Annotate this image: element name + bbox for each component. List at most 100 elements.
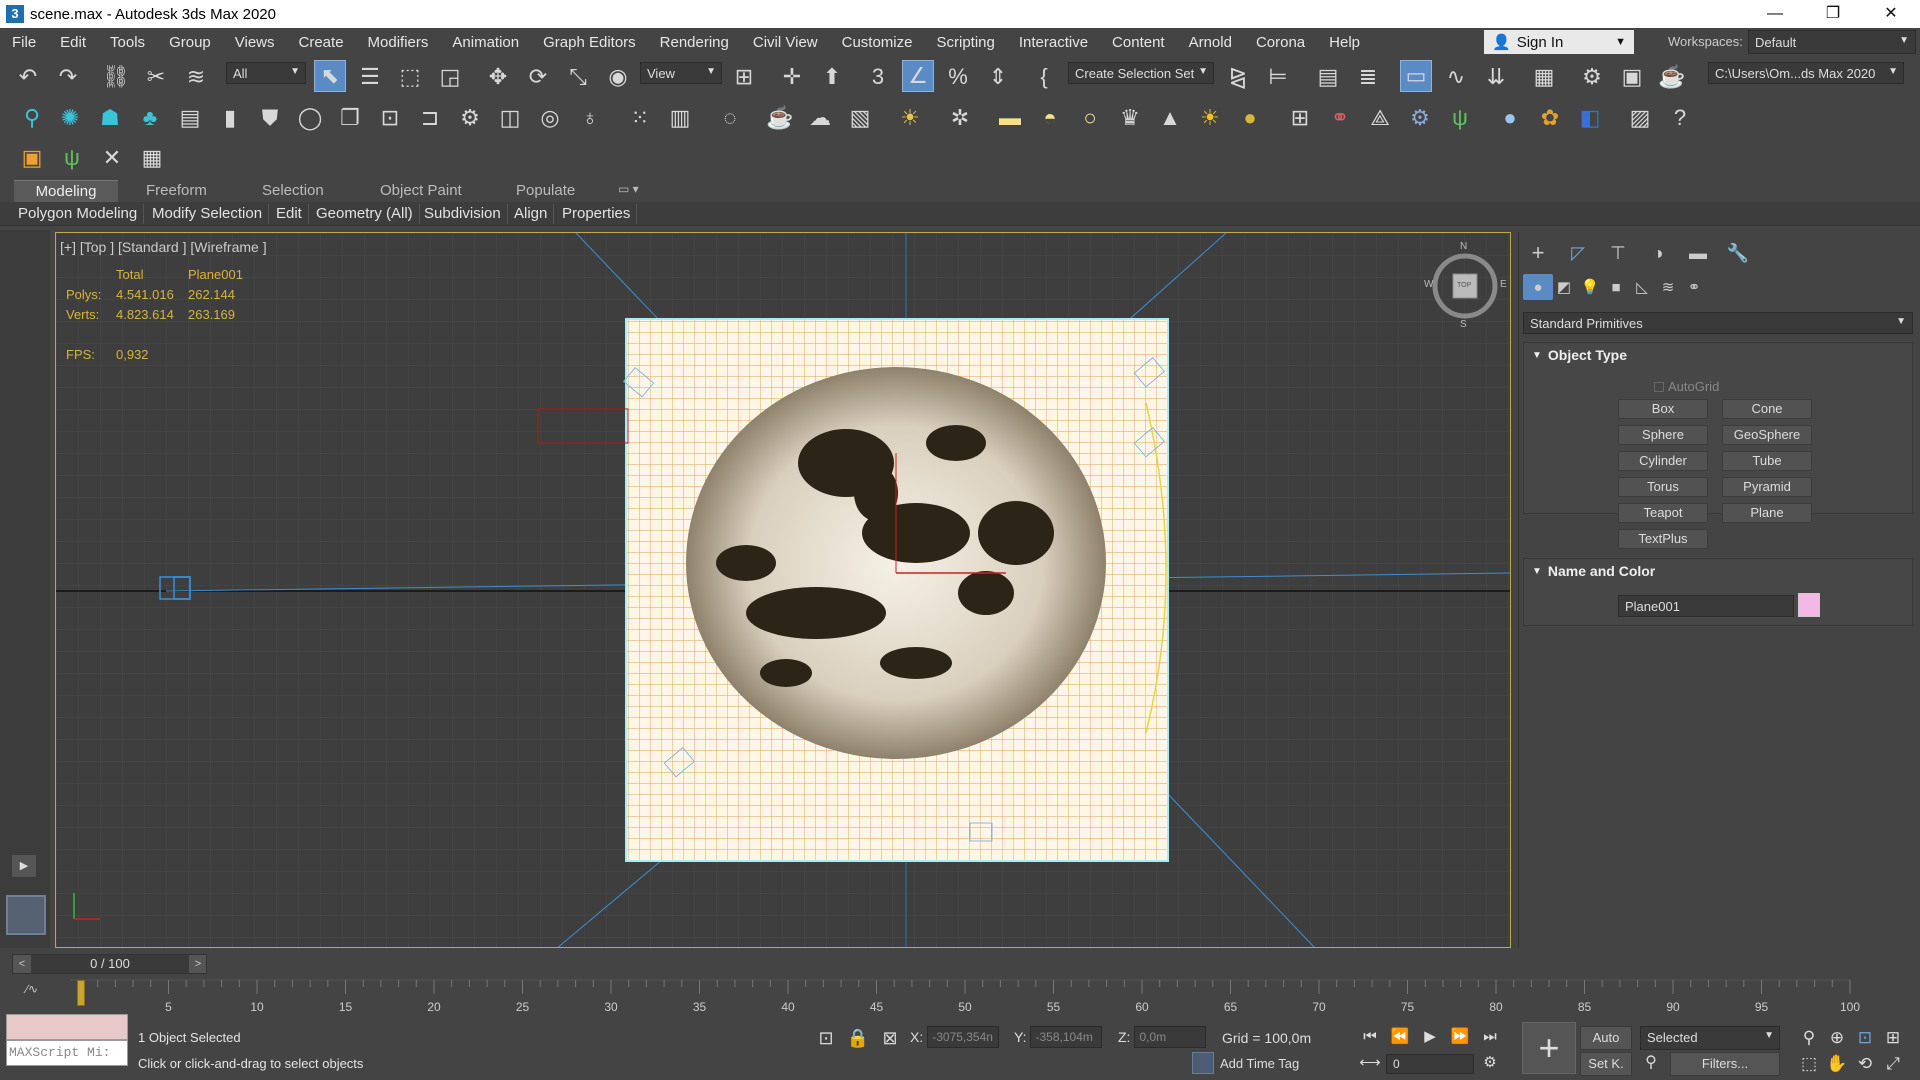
link-icon[interactable]: ⛓ <box>100 61 132 93</box>
move-icon[interactable]: ✥ <box>482 61 514 93</box>
viewcube-face[interactable]: TOP <box>1457 282 1471 289</box>
current-frame-field[interactable]: 0 <box>1386 1054 1474 1074</box>
ribbon-options-icon[interactable]: ▭ ▾ <box>610 180 647 202</box>
molecule-icon[interactable]: ⚭ <box>1324 102 1356 134</box>
scale-icon[interactable]: ⤡ <box>562 61 594 93</box>
panel-modify-selection[interactable]: Modify Selection <box>146 204 270 224</box>
menu-content[interactable]: Content <box>1100 34 1177 51</box>
menu-arnold[interactable]: Arnold <box>1177 34 1244 51</box>
plane-button[interactable]: Plane <box>1722 503 1812 523</box>
select-by-name-icon[interactable]: ☰ <box>354 61 386 93</box>
edit-named-selection-icon[interactable]: { <box>1028 61 1060 93</box>
menu-customize[interactable]: Customize <box>830 34 925 51</box>
zoom-extents-icon[interactable]: ⊡ <box>1852 1026 1878 1050</box>
tools-icon[interactable]: ✕ <box>96 142 128 174</box>
hatch-icon[interactable]: ⊞ <box>1284 102 1316 134</box>
torus-button[interactable]: Torus <box>1618 477 1708 497</box>
sphere-gold-icon[interactable]: ● <box>1234 102 1266 134</box>
key-filters-button[interactable]: Filters... <box>1670 1052 1780 1076</box>
sun-icon[interactable]: ☀ <box>1194 102 1226 134</box>
select-object-icon[interactable]: ⬉ <box>314 60 346 92</box>
scene-explorer-icon[interactable]: ▤ <box>1312 61 1344 93</box>
snaps-toggle-icon[interactable]: 3 <box>862 61 894 93</box>
box-button[interactable]: Box <box>1618 399 1708 419</box>
selection-filter-dropdown[interactable]: All ▼ <box>226 62 306 84</box>
curve-editor-mini-icon[interactable]: ∕∿ <box>26 982 38 996</box>
tree-icon[interactable]: ♣ <box>134 102 166 134</box>
dome-light-icon[interactable]: ◓ <box>1034 102 1066 134</box>
auto-key-button[interactable]: Auto <box>1580 1026 1632 1050</box>
maxscript-output[interactable] <box>6 1014 128 1040</box>
cylinder-button[interactable]: Cylinder <box>1618 451 1708 471</box>
tube-button[interactable]: Tube <box>1722 451 1812 471</box>
place-icon[interactable]: ◉ <box>602 61 634 93</box>
z-field[interactable]: 0,0m <box>1134 1026 1207 1048</box>
help-icon[interactable]: ? <box>1664 102 1696 134</box>
menu-scripting[interactable]: Scripting <box>924 34 1006 51</box>
close-button[interactable]: ✕ <box>1862 0 1920 28</box>
go-to-start-icon[interactable]: ⏮ <box>1358 1026 1382 1048</box>
grid-dots-icon[interactable]: ⁙ <box>624 102 656 134</box>
next-frame-icon[interactable]: > <box>189 955 207 973</box>
bracket-icon[interactable]: ⊐ <box>414 102 446 134</box>
time-config-icon[interactable]: ⚙ <box>1478 1052 1502 1074</box>
sphere-light-icon[interactable]: ○ <box>1074 102 1106 134</box>
lock-icon[interactable]: 🔒 <box>842 1022 874 1054</box>
curve-editor-icon[interactable]: ∿ <box>1440 61 1472 93</box>
panel-properties[interactable]: Properties <box>556 204 638 224</box>
unlink-icon[interactable]: ✂ <box>140 61 172 93</box>
set-key-button[interactable]: Set K. <box>1580 1052 1632 1076</box>
primitive-type-dropdown[interactable]: Standard Primitives ▼ <box>1523 312 1913 334</box>
key-filter-dropdown[interactable]: Selected ▼ <box>1640 1026 1780 1050</box>
bookmark-icon[interactable]: ⛊ <box>254 102 286 134</box>
panel-geometry-all[interactable]: Geometry (All) <box>310 204 420 224</box>
redo-icon[interactable]: ↷ <box>52 61 84 93</box>
field-of-view-icon[interactable]: ⬚ <box>1796 1052 1822 1076</box>
viewcube-east[interactable]: E <box>1500 279 1507 290</box>
motion-tab-icon[interactable]: ◑ <box>1643 240 1673 266</box>
menu-modifiers[interactable]: Modifiers <box>356 34 441 51</box>
named-selection-dropdown[interactable]: Create Selection Set ▼ <box>1068 62 1214 84</box>
viewcube-south[interactable]: S <box>1460 319 1467 330</box>
menu-rendering[interactable]: Rendering <box>648 34 741 51</box>
object-name-field[interactable]: Plane001 <box>1618 595 1794 617</box>
panel-subdivision[interactable]: Subdivision <box>418 204 508 224</box>
panel-edit[interactable]: Edit <box>270 204 309 224</box>
multi-material-icon[interactable]: ✿ <box>1534 102 1566 134</box>
converter-icon[interactable]: ▨ <box>1624 102 1656 134</box>
play-icon[interactable]: ▶ <box>1418 1026 1442 1048</box>
sphere-button[interactable]: Sphere <box>1618 425 1708 445</box>
display-tab-icon[interactable]: ▬ <box>1683 240 1713 266</box>
y-field[interactable]: -358,104m <box>1030 1026 1103 1048</box>
previous-key-icon[interactable]: ⏪ <box>1388 1026 1412 1048</box>
menu-civil-view[interactable]: Civil View <box>741 34 830 51</box>
layer-explorer-icon[interactable]: ≣ <box>1352 61 1384 93</box>
systems-category-icon[interactable]: ⚭ <box>1679 274 1709 300</box>
modify-tab-icon[interactable]: ◸ <box>1563 240 1593 266</box>
pan-icon[interactable]: ✋ <box>1824 1052 1850 1076</box>
render-icon[interactable]: ☕ <box>1656 61 1688 93</box>
table-icon[interactable]: ▦ <box>136 142 168 174</box>
time-slider[interactable]: < 0 / 100 > <box>12 954 207 974</box>
grass-icon[interactable]: ψ <box>1444 102 1476 134</box>
render-elements-icon[interactable]: ◧ <box>1574 102 1606 134</box>
toggle-ribbon-icon[interactable]: ▭ <box>1400 60 1432 92</box>
x-field[interactable]: -3075,354n <box>927 1026 1000 1048</box>
restore-button[interactable]: ❐ <box>1804 0 1862 28</box>
angle-snap-icon[interactable]: ∠ <box>902 60 934 92</box>
paint-icon[interactable]: ⚲ <box>16 102 48 134</box>
panel-polygon-modeling[interactable]: Polygon Modeling <box>12 204 145 224</box>
geosphere-button[interactable]: GeoSphere <box>1722 425 1812 445</box>
textplus-button[interactable]: TextPlus <box>1618 529 1708 549</box>
blue-sphere-icon[interactable]: ● <box>1494 102 1526 134</box>
crowd-icon[interactable]: ☗ <box>94 102 126 134</box>
menu-file[interactable]: File <box>0 34 48 51</box>
frame-icon[interactable]: ⊡ <box>374 102 406 134</box>
viewport-label[interactable]: [+] [Top ] [Standard ] [Wireframe ] <box>60 239 267 255</box>
manipulate-icon[interactable]: ✛ <box>776 61 808 93</box>
tab-modeling[interactable]: Modeling <box>14 180 118 202</box>
menu-tools[interactable]: Tools <box>98 34 157 51</box>
zoom-all-icon[interactable]: ⊕ <box>1824 1026 1850 1050</box>
key-tangent-icon[interactable]: ⚲ <box>1638 1050 1664 1076</box>
key-mode-icon[interactable]: ⟷ <box>1358 1052 1382 1074</box>
